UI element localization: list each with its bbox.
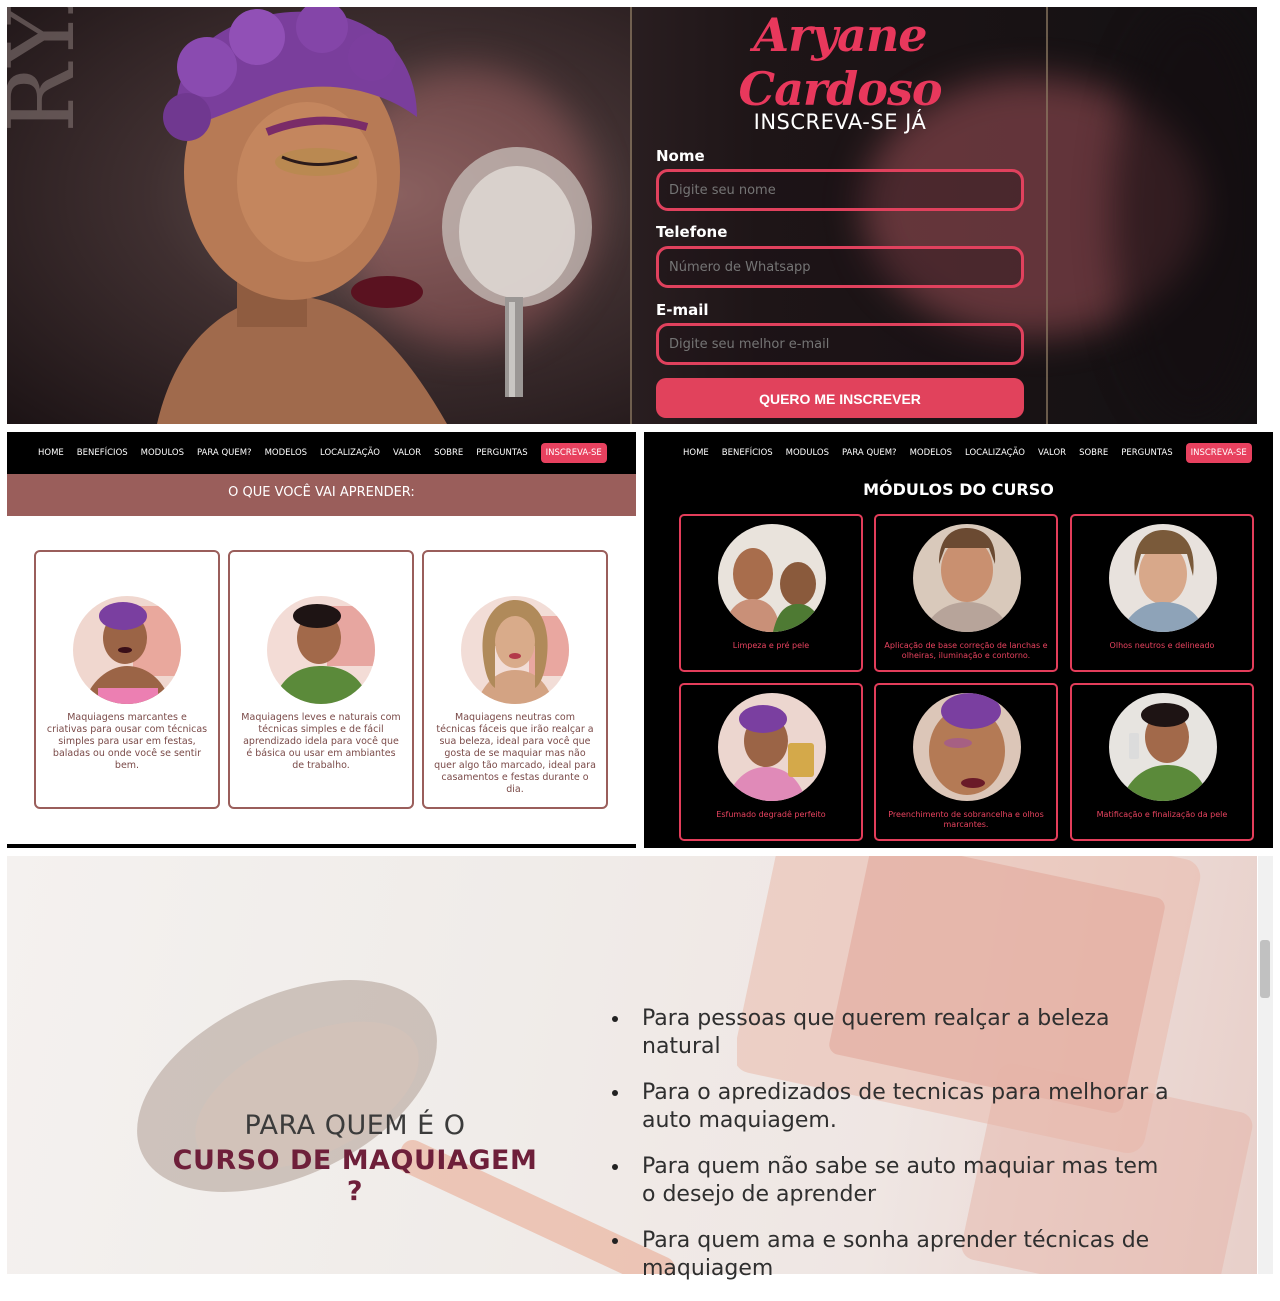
- nav-sobre[interactable]: SOBRE: [1079, 448, 1108, 458]
- nav-perguntas[interactable]: PERGUNTAS: [1121, 448, 1172, 458]
- signup-title: INSCREVA-SE JÁ: [753, 110, 927, 134]
- module-card: Preenchimento de sobrancelha e olhos mar…: [874, 683, 1058, 841]
- nav-valor[interactable]: VALOR: [393, 448, 421, 458]
- list-item-text: Para o apredizados de tecnicas para melh…: [642, 1080, 1169, 1133]
- nav-modelos[interactable]: MODELOS: [910, 448, 952, 458]
- list-item: Para quem não sabe se auto maquiar mas t…: [612, 1153, 1172, 1209]
- vertical-letters-text: RYAN: [7, 7, 95, 133]
- list-item: Para o apredizados de tecnicas para melh…: [612, 1079, 1172, 1135]
- nav-inscreva-se-button[interactable]: INSCREVA-SE: [540, 443, 607, 463]
- nav-valor[interactable]: VALOR: [1038, 448, 1066, 458]
- learn-card: Maquiagens neutras com técnicas fáceis q…: [422, 550, 608, 809]
- learn-section: HOME BENEFÍCIOS MODULOS PARA QUEM? MODEL…: [7, 432, 636, 848]
- learn-bottom-rule: [7, 844, 636, 848]
- module-card: Esfumado degradê perfeito: [679, 683, 863, 841]
- module-card-photo: [913, 524, 1021, 632]
- phone-input[interactable]: [656, 246, 1024, 288]
- top-nav-learn: HOME BENEFÍCIOS MODULOS PARA QUEM? MODEL…: [7, 432, 636, 474]
- list-item-text: Para pessoas que querem realçar a beleza…: [642, 1006, 1110, 1059]
- nav-para-quem[interactable]: PARA QUEM?: [197, 448, 252, 458]
- hero-photo-panel: RYAN: [7, 7, 632, 424]
- model-portrait: [157, 7, 447, 424]
- brand-logo-script: Aryane Cardoso: [738, 8, 942, 116]
- who-title-line1: PARA QUEM É O: [244, 1110, 466, 1141]
- top-nav-modules: HOME BENEFÍCIOS MODULOS PARA QUEM? MODEL…: [644, 432, 1273, 474]
- module-card-text: Olhos neutros e delineado: [1109, 641, 1215, 650]
- nav-modelos[interactable]: MODELOS: [265, 448, 307, 458]
- vertical-brand-letters: RYAN: [7, 7, 107, 424]
- module-card-photo: [718, 693, 826, 801]
- who-benefits-list: Para pessoas que querem realçar a beleza…: [612, 1005, 1172, 1301]
- bullet-icon: [612, 1016, 618, 1022]
- bullet-icon: [612, 1090, 618, 1096]
- bullet-icon: [612, 1238, 618, 1244]
- nav-home[interactable]: HOME: [38, 448, 64, 458]
- module-card-text: Matificação e finalização da pele: [1096, 810, 1228, 819]
- nav-home[interactable]: HOME: [683, 448, 709, 458]
- module-card-text: Esfumado degradê perfeito: [716, 810, 826, 819]
- nav-inscreva-se-button[interactable]: INSCREVA-SE: [1185, 443, 1252, 463]
- module-card: Aplicação de base correção de lanchas e …: [874, 514, 1058, 672]
- email-label: E-mail: [656, 301, 709, 319]
- module-card: Limpeza e pré pele: [679, 514, 863, 672]
- learn-card-text: Maquiagens marcantes e criativas para ou…: [46, 712, 208, 771]
- learn-card: Maquiagens marcantes e criativas para ou…: [34, 550, 220, 809]
- nav-localizacao[interactable]: LOCALIZAÇÃO: [320, 448, 380, 458]
- learn-card: Maquiagens leves e naturais com técnicas…: [228, 550, 414, 809]
- module-card-text: Limpeza e pré pele: [732, 641, 810, 650]
- nav-perguntas[interactable]: PERGUNTAS: [476, 448, 527, 458]
- learn-card-photo: [73, 596, 181, 704]
- phone-label: Telefone: [656, 223, 728, 241]
- email-input[interactable]: [656, 323, 1024, 365]
- name-label: Nome: [656, 147, 705, 165]
- module-card: Matificação e finalização da pele: [1070, 683, 1254, 841]
- learn-heading: O QUE VOCÊ VAI APRENDER:: [7, 474, 636, 516]
- nav-beneficios[interactable]: BENEFÍCIOS: [722, 448, 773, 458]
- bullet-icon: [612, 1164, 618, 1170]
- module-card-photo: [1109, 693, 1217, 801]
- hero-section: RYAN: [7, 7, 1257, 424]
- modules-heading: MÓDULOS DO CURSO: [863, 480, 1054, 499]
- nav-sobre[interactable]: SOBRE: [434, 448, 463, 458]
- nav-localizacao[interactable]: LOCALIZAÇÃO: [965, 448, 1025, 458]
- name-input[interactable]: [656, 169, 1024, 211]
- module-card: Olhos neutros e delineado: [1070, 514, 1254, 672]
- nav-beneficios[interactable]: BENEFÍCIOS: [77, 448, 128, 458]
- learn-card-photo: [267, 596, 375, 704]
- nav-modulos[interactable]: MODULOS: [141, 448, 184, 458]
- nav-modulos[interactable]: MODULOS: [786, 448, 829, 458]
- list-item-text: Para quem ama e sonha aprender técnicas …: [642, 1228, 1150, 1281]
- list-item: Para quem ama e sonha aprender técnicas …: [612, 1227, 1172, 1283]
- module-card-text: Preenchimento de sobrancelha e olhos mar…: [888, 810, 1044, 829]
- modules-section: HOME BENEFÍCIOS MODULOS PARA QUEM? MODEL…: [644, 432, 1273, 848]
- who-title-line2: CURSO DE MAQUIAGEM ?: [172, 1145, 538, 1207]
- module-card-text: Aplicação de base correção de lanchas e …: [884, 641, 1048, 660]
- scrollbar-track[interactable]: [1258, 856, 1273, 1274]
- dark-vignette: [1112, 7, 1257, 424]
- subscribe-button[interactable]: QUERO ME INSCREVER: [656, 378, 1024, 418]
- learn-card-text: Maquiagens neutras com técnicas fáceis q…: [434, 712, 596, 795]
- list-item-text: Para quem não sabe se auto maquiar mas t…: [642, 1154, 1159, 1207]
- module-card-photo: [913, 693, 1021, 801]
- module-card-photo: [718, 524, 826, 632]
- module-card-photo: [1109, 524, 1217, 632]
- scrollbar-thumb[interactable]: [1260, 940, 1270, 998]
- learn-card-photo: [461, 596, 569, 704]
- hero-divider-right: [1046, 7, 1048, 424]
- nav-para-quem[interactable]: PARA QUEM?: [842, 448, 897, 458]
- list-item: Para pessoas que querem realçar a beleza…: [612, 1005, 1172, 1061]
- learn-card-text: Maquiagens leves e naturais com técnicas…: [241, 712, 401, 771]
